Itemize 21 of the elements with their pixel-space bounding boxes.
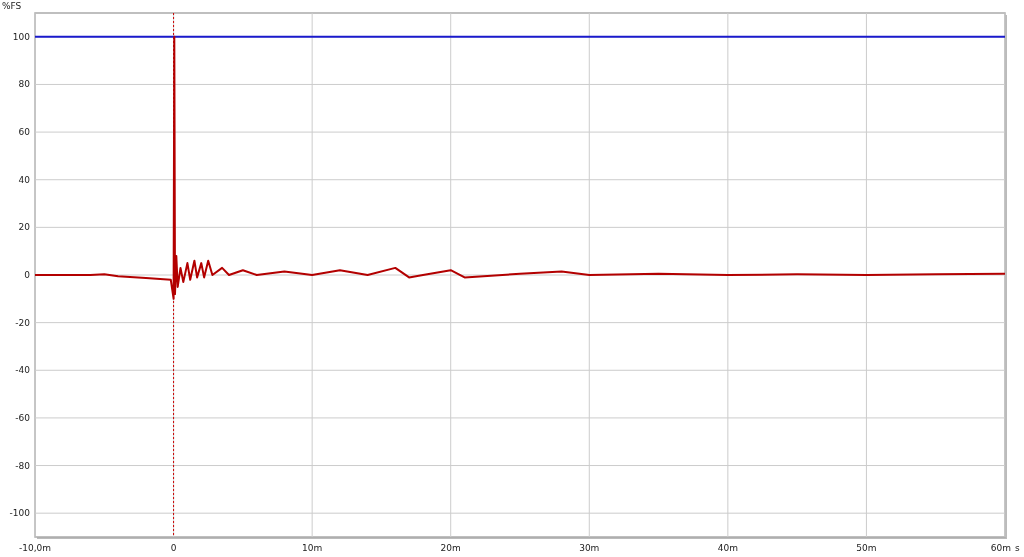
axis-title: %FS xyxy=(2,1,22,11)
axis-label: 10m xyxy=(302,543,323,553)
axis-label: -100 xyxy=(9,508,30,519)
axis-label: -40 xyxy=(15,365,30,376)
axis-label: 20m xyxy=(440,543,461,553)
axis-label: -10,0m xyxy=(18,543,52,553)
axis-label: 20 xyxy=(18,222,30,233)
axis-label: 80 xyxy=(18,79,30,90)
axis-label: 50m xyxy=(856,543,877,553)
axis-label: 100 xyxy=(12,31,30,42)
axis-title: s xyxy=(1015,543,1020,553)
axis-label: 40 xyxy=(18,174,30,185)
axis-label: 40m xyxy=(717,543,738,553)
axis-label: 60m xyxy=(990,543,1011,553)
axis-label: 0 xyxy=(24,270,30,280)
axis-label: -80 xyxy=(15,460,30,471)
axis-label: 60 xyxy=(18,127,30,138)
axis-label: 0 xyxy=(170,543,177,553)
axis-label: 30m xyxy=(579,543,600,553)
axis-label: -60 xyxy=(15,412,30,423)
axis-label: -20 xyxy=(15,317,30,328)
